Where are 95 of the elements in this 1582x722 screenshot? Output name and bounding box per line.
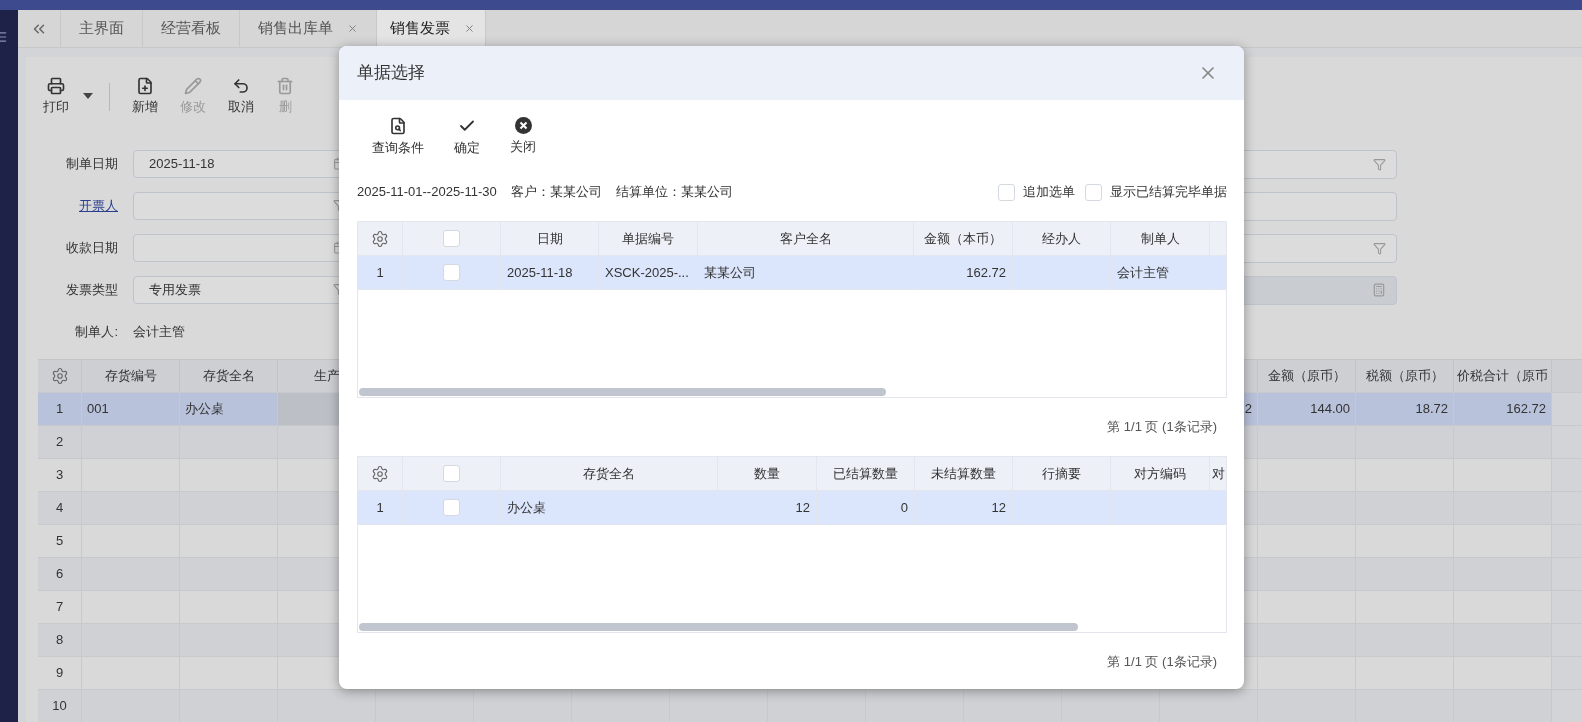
row-number: 4: [55, 499, 64, 518]
filter-icon[interactable]: [1373, 157, 1386, 171]
close-icon[interactable]: [347, 23, 358, 34]
filter-summary: 2025-11-01--2025-11-30: [357, 183, 497, 202]
filter-summary: 结算单位：某某公司: [615, 183, 733, 202]
column-header: 税额（原币）: [1365, 367, 1444, 386]
checkbox-label[interactable]: 显示已结算完毕单据: [1110, 182, 1227, 202]
table-cell-text: XSCK-2025-...: [605, 263, 689, 282]
row-number: 10: [52, 697, 67, 716]
column-header: 已结算数量: [833, 464, 898, 483]
field-label: 制单人:: [74, 323, 118, 342]
table-cell-text: 某某公司: [704, 263, 756, 282]
undo-icon: [232, 77, 250, 95]
column-header: 存货全名: [202, 367, 255, 386]
column-header: 生产: [313, 367, 340, 386]
table-cell-text: 办公桌: [507, 498, 546, 517]
table-cell-text: 144.00: [1310, 400, 1350, 419]
column-header: 数量: [754, 464, 780, 483]
toolbar-button[interactable]: 查询条件: [372, 117, 424, 159]
row-number: 7: [55, 598, 64, 617]
printer-icon: [47, 77, 65, 95]
column-header: 对方编码: [1134, 464, 1186, 483]
document-plus-icon: [136, 77, 154, 95]
checkbox[interactable]: [1085, 183, 1102, 201]
row-number: 6: [55, 565, 64, 584]
table-row[interactable]: 10: [38, 689, 1582, 722]
column-header: 制单人: [1140, 229, 1180, 248]
row-number: 2: [55, 433, 64, 452]
field-value: 会计主管: [133, 323, 185, 342]
pagination-text: 第 1/1 页 (1条记录): [1107, 418, 1217, 437]
checkbox[interactable]: [443, 465, 460, 482]
column-header: 经办人: [1042, 229, 1081, 248]
table-cell-text: 162.72: [966, 263, 1006, 282]
column-header: 单据编号: [622, 229, 674, 248]
table-cell-text: 0: [900, 498, 908, 517]
column-header: 日期: [536, 229, 563, 248]
table-cell-text: 12: [991, 498, 1006, 517]
tab[interactable]: 销售发票: [377, 10, 486, 47]
field-label[interactable]: 开票人: [26, 196, 118, 216]
field-label: 发票类型: [65, 281, 118, 300]
toolbar-button[interactable]: 取消: [228, 77, 254, 117]
checkbox-label[interactable]: 追加选单: [1023, 182, 1075, 202]
settings-icon[interactable]: [371, 464, 389, 483]
scrollbar[interactable]: [359, 388, 886, 396]
tab[interactable]: 主界面: [61, 10, 143, 47]
toolbar-button[interactable]: 确定: [454, 117, 480, 159]
table-cell-text: 2025-11-18: [507, 263, 573, 282]
pencil-icon: [184, 77, 202, 95]
trash-icon: [276, 77, 294, 95]
row-number: 3: [55, 466, 64, 485]
table-cell-text: 2: [1244, 400, 1252, 419]
column-header: 客户全名: [779, 229, 832, 248]
column-header: 金额（本币）: [924, 229, 1002, 248]
dialog-title: 单据选择: [357, 62, 425, 85]
settings-icon[interactable]: [371, 229, 389, 248]
row-number: 1: [376, 263, 384, 282]
document-search-icon: [389, 117, 407, 135]
scrollbar[interactable]: [359, 623, 1078, 631]
settings-icon[interactable]: [50, 367, 69, 385]
table-cell-text: 办公桌: [185, 400, 224, 419]
toolbar-button[interactable]: 新增: [132, 77, 158, 117]
field-label: 制单日期: [65, 155, 118, 174]
checkbox[interactable]: [443, 264, 460, 281]
table-row[interactable]: 1 办公桌 12 0 12: [358, 491, 1226, 525]
field-label: 收款日期: [65, 239, 118, 258]
table-row[interactable]: 1 2025-11-18 XSCK-2025-... 某某公司 162.72 会计主管: [358, 256, 1226, 290]
row-number: 1: [55, 400, 64, 419]
checkbox[interactable]: [443, 499, 460, 516]
checkbox[interactable]: [998, 183, 1015, 201]
close-icon[interactable]: [464, 23, 475, 34]
row-number: 1: [376, 498, 384, 517]
filter-icon[interactable]: [1373, 241, 1386, 255]
row-number: 8: [55, 631, 64, 650]
table-cell-text: 会计主管: [1117, 263, 1169, 282]
toolbar-button[interactable]: 打印: [43, 77, 69, 117]
filter-summary: 客户：某某公司: [510, 183, 602, 202]
checkbox[interactable]: [443, 230, 460, 247]
table-cell-text: 12: [795, 498, 810, 517]
column-header: 存货编号: [104, 367, 157, 386]
column-header: 对: [1212, 464, 1225, 483]
column-header: 存货全名: [583, 464, 635, 483]
column-header: 价税合计（原币: [1457, 367, 1548, 386]
column-header: 金额（原币）: [1267, 367, 1346, 386]
toolbar-button[interactable]: 关闭: [510, 117, 536, 159]
close-icon: [514, 117, 532, 134]
table-cell-text: 18.72: [1415, 400, 1448, 419]
table-cell-text: 162.72: [1506, 400, 1546, 419]
pagination-text: 第 1/1 页 (1条记录): [1107, 653, 1217, 672]
caret-icon[interactable]: [83, 93, 93, 99]
row-number: 9: [55, 664, 64, 683]
column-header: 未结算数量: [931, 464, 996, 483]
tab[interactable]: 经营看板: [143, 10, 240, 47]
column-header: 行摘要: [1042, 464, 1081, 483]
row-number: 5: [55, 532, 64, 551]
table-cell-text: 001: [87, 400, 109, 419]
